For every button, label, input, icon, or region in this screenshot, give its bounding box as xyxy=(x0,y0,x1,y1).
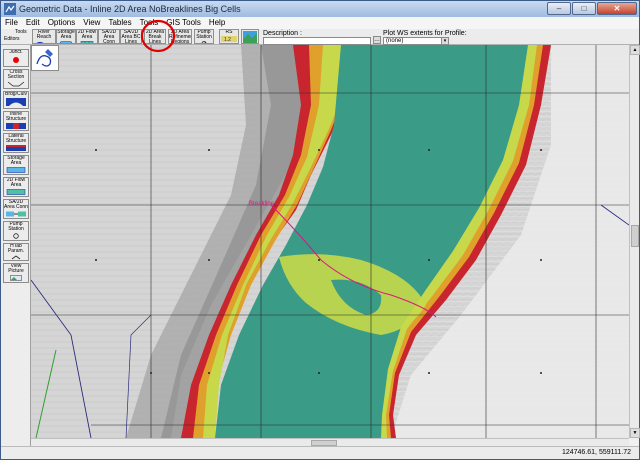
toolbar: Tools Editors River Reach Storage Area 2… xyxy=(1,29,639,45)
geometric-data-window: Geometric Data - Inline 2D Area NoBreakl… xyxy=(0,0,640,460)
plot-ws-value: (none) xyxy=(386,38,404,44)
flow-area-icon xyxy=(6,189,26,195)
cross-section-icon xyxy=(7,81,25,87)
title-bar: Geometric Data - Inline 2D Area NoBreakl… xyxy=(1,1,639,17)
description-button[interactable]: … xyxy=(373,36,381,44)
tool-htab-param-label: HTab Param. xyxy=(7,243,25,254)
map-canvas[interactable]: Breakline 1 xyxy=(31,45,629,438)
tool-2d-flow-area[interactable]: 2D Flow Area xyxy=(3,177,29,197)
menu-view[interactable]: View xyxy=(79,17,104,29)
tool-storage-area-label: Storage Area xyxy=(7,155,25,166)
tool-view-picture-label: View Picture xyxy=(8,263,24,274)
connection-icon xyxy=(6,211,26,217)
sa-2d-area-conn-label: SA/2D Area Conn xyxy=(101,29,117,44)
coordinate-readout: 124746.61, 559111.72 xyxy=(561,449,631,456)
background-map-icon xyxy=(243,31,257,43)
status-bar: 124746.61, 559111.72 xyxy=(1,446,639,459)
river-icon xyxy=(36,41,52,43)
maximize-button[interactable]: □ xyxy=(572,2,596,15)
river-reach-button[interactable]: River Reach xyxy=(32,29,56,44)
pump-icon xyxy=(201,41,207,43)
description-input[interactable] xyxy=(263,37,371,45)
storage-area-label: Storage Area xyxy=(57,29,75,40)
tool-sa-2d-area-conn-label: SA/2D Area Conn xyxy=(4,199,28,210)
inline-structure-icon xyxy=(6,123,26,129)
2d-flow-area-label: 2D Flow Area xyxy=(77,29,97,40)
left-tool-panel: Junct. Cross Section Brdg/Culv Inline St… xyxy=(1,45,31,459)
plot-ws-select[interactable]: (none) ▾ xyxy=(383,37,449,45)
flow-area-icon xyxy=(80,41,94,43)
tool-sa-2d-area-conn[interactable]: SA/2D Area Conn xyxy=(3,199,29,219)
rs-label: RS xyxy=(225,29,233,35)
pencil-tool[interactable] xyxy=(31,45,59,71)
minimize-button[interactable]: – xyxy=(547,2,571,15)
terrain-map[interactable]: Breakline 1 xyxy=(31,45,629,438)
sa-2d-area-bc-lines-label: SA/2D Area BC Lines xyxy=(121,29,141,44)
storage-icon xyxy=(6,167,26,173)
scroll-down-icon[interactable]: ▼ xyxy=(630,428,640,438)
menu-options[interactable]: Options xyxy=(44,17,80,29)
lateral-structure-icon xyxy=(6,145,26,151)
scroll-up-icon[interactable]: ▲ xyxy=(630,45,640,55)
tool-lateral-structure-label: Lateral Structure xyxy=(5,133,27,144)
vertical-scroll-thumb[interactable] xyxy=(631,225,639,247)
chevron-down-icon: ▾ xyxy=(441,38,448,44)
background-map-button[interactable] xyxy=(241,29,259,44)
bridge-icon xyxy=(6,98,26,106)
pump-station-button[interactable]: Pump Station xyxy=(194,29,214,44)
close-button[interactable]: ✕ xyxy=(597,2,637,15)
tool-junction[interactable]: Junct. xyxy=(3,49,29,67)
picture-icon xyxy=(10,275,22,281)
tool-junction-label: Junct. xyxy=(9,49,23,55)
tool-bridge-culvert[interactable]: Brdg/Culv xyxy=(3,91,29,109)
highlight-circle xyxy=(140,19,176,53)
menu-help[interactable]: Help xyxy=(205,17,229,29)
rs-icon: 1.2 xyxy=(221,36,237,42)
horizontal-scrollbar[interactable] xyxy=(31,438,629,446)
pump-icon xyxy=(13,233,19,239)
app-icon xyxy=(4,3,16,15)
2d-flow-area-button[interactable]: 2D Flow Area xyxy=(76,29,98,44)
editors-label: Editors xyxy=(4,36,20,42)
tool-storage-area[interactable]: Storage Area xyxy=(3,155,29,175)
tool-cross-section-label: Cross Section xyxy=(7,69,25,80)
menu-file[interactable]: File xyxy=(1,17,22,29)
menu-edit[interactable]: Edit xyxy=(22,17,44,29)
tool-lateral-structure[interactable]: Lateral Structure xyxy=(3,133,29,153)
pencil-icon xyxy=(36,49,53,67)
tool-2d-flow-area-label: 2D Flow Area xyxy=(6,177,26,188)
tool-pump-station-label: Pump Station xyxy=(8,221,24,232)
sa-2d-area-conn-button[interactable]: SA/2D Area Conn xyxy=(98,29,120,44)
tool-cross-section[interactable]: Cross Section xyxy=(3,69,29,89)
tool-inline-structure[interactable]: Inline Structure xyxy=(3,111,29,131)
plot-ws-label: Plot WS extents for Profile: xyxy=(383,30,467,37)
window-title: Geometric Data - Inline 2D Area NoBreakl… xyxy=(19,4,241,14)
tool-bridge-culvert-label: Brdg/Culv xyxy=(5,91,27,97)
svg-text:1.2: 1.2 xyxy=(224,37,231,42)
pump-station-label: Pump Station xyxy=(196,29,212,40)
junction-icon xyxy=(13,57,19,63)
storage-area-button[interactable]: Storage Area xyxy=(56,29,76,44)
tool-inline-structure-label: Inline Structure xyxy=(5,111,27,122)
tool-htab-param[interactable]: HTab Param. xyxy=(3,243,29,261)
description-label: Description : xyxy=(263,30,302,37)
tool-view-picture[interactable]: View Picture xyxy=(3,263,29,283)
breakline-label: Breakline 1 xyxy=(249,201,280,207)
htab-icon xyxy=(11,255,21,260)
rs-button[interactable]: RS 1.2 xyxy=(219,29,239,44)
vertical-scrollbar[interactable]: ▲ ▼ xyxy=(629,45,640,438)
river-reach-label: River Reach xyxy=(36,29,52,40)
menu-tables[interactable]: Tables xyxy=(104,17,135,29)
storage-icon xyxy=(59,41,73,43)
tools-label: Tools xyxy=(15,29,27,35)
menu-bar: File Edit Options View Tables Tools GIS … xyxy=(1,17,639,29)
tool-pump-station[interactable]: Pump Station xyxy=(3,221,29,241)
